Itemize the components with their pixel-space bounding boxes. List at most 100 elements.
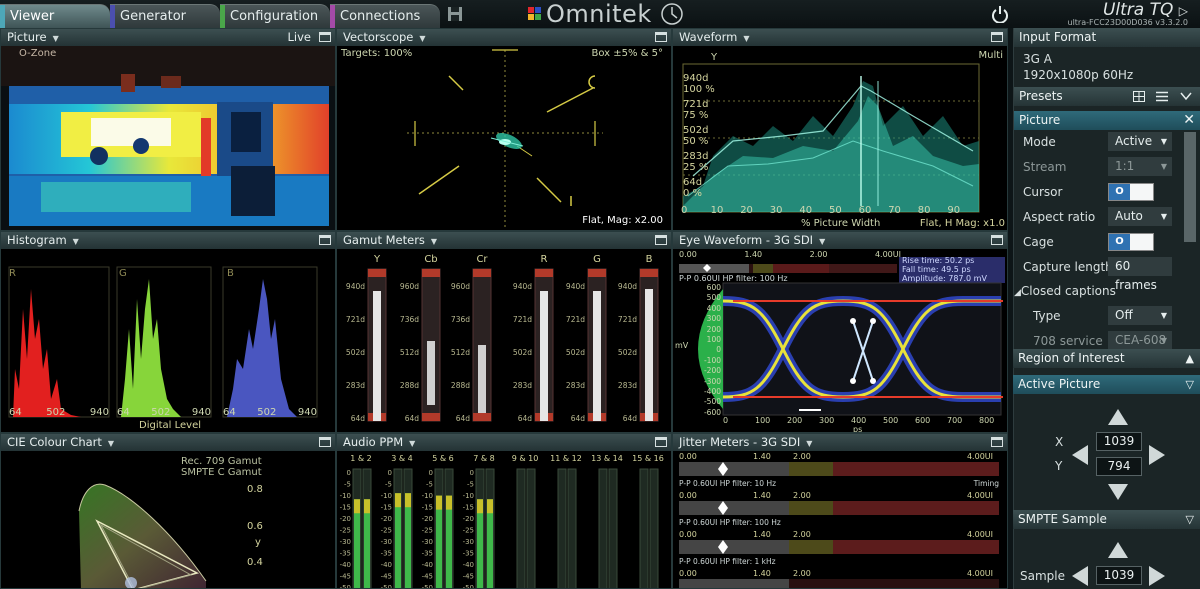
gamut-scale-tick: 502d: [513, 348, 532, 357]
waveform-view[interactable]: 940d 100 % 721d 75 % 502d 50 % 283d 25 % 64d…: [673, 46, 1007, 230]
tab-generator[interactable]: Generator: [110, 4, 220, 29]
cie-diagram: [78, 483, 207, 588]
chevron-down-icon[interactable]: ▼: [409, 439, 415, 448]
maximize-icon[interactable]: [655, 437, 667, 447]
eye-waveform-view[interactable]: 0.00 1.40 2.00 4.00UI P-P 0.60UI HP filter:…: [673, 249, 1007, 432]
chevron-down-icon[interactable]: ▼: [108, 439, 114, 448]
setting-toggle[interactable]: O: [1108, 233, 1154, 251]
audio-ppm-panel-header[interactable]: Audio PPM ▼: [337, 434, 671, 451]
gamut-bar-under: [473, 413, 491, 421]
audio-scale-tick: -40: [381, 561, 392, 569]
vectorscope-box: Box ±5% & 5°: [591, 48, 663, 59]
roi-header[interactable]: Region of Interest ▲: [1013, 349, 1200, 368]
eye-measurements: Rise time: 50.2 ps Fall time: 49.5 ps Ampl…: [902, 256, 987, 283]
maximize-icon[interactable]: [991, 32, 1003, 42]
close-icon[interactable]: ✕: [1183, 111, 1195, 130]
jitter-bar-mid: [789, 501, 833, 515]
power-icon[interactable]: [991, 5, 1009, 23]
sample-input[interactable]: 1039: [1096, 566, 1142, 585]
jitter-view[interactable]: 0.00 1.40 2.00 4.00UI P-P 0.60UI HP filter: …: [673, 451, 1007, 588]
chevron-down-icon[interactable]: ▼: [806, 439, 812, 448]
active-picture-header[interactable]: Active Picture ▽: [1013, 375, 1200, 394]
chevron-down-icon[interactable]: [1180, 92, 1192, 101]
maximize-icon[interactable]: [319, 235, 331, 245]
setting-select[interactable]: 60 frames: [1108, 257, 1172, 292]
jitter-scale-tick: 0.00: [679, 569, 697, 578]
waveform-panel-header[interactable]: Waveform ▼: [673, 29, 1007, 46]
jitter-filter-label: P-P 0.60UI HP filter: 1 kHz: [679, 557, 776, 566]
closed-captions-toggle[interactable]: ◢Closed captions: [1014, 284, 1116, 298]
chevron-down-icon[interactable]: ▼: [743, 34, 749, 43]
jitter-panel-header[interactable]: Jitter Meters - 3G SDI ▼: [673, 434, 1007, 451]
picture-panel-header[interactable]: Picture ▼ Live: [1, 29, 335, 46]
maximize-icon[interactable]: [655, 235, 667, 245]
layout-icon[interactable]: [1133, 91, 1145, 102]
cc-setting-select[interactable]: Off ▼: [1108, 306, 1172, 325]
gamut-meters-view[interactable]: Y 940d 721d 502d 283d 64d Cb 960d 736d 512d 288d 64…: [337, 249, 671, 432]
gamut-scale-tick: 288d: [451, 381, 470, 390]
chevron-down-icon: ▼: [1160, 212, 1167, 221]
cc-setting-label: Type: [1033, 309, 1061, 323]
jitter-meters-panel: Jitter Meters - 3G SDI ▼ 0.00 1.40 2.00 4.00…: [672, 433, 1008, 589]
left-arrow-button[interactable]: [1072, 445, 1088, 465]
waveform-channel: Y: [711, 52, 718, 63]
save-icon[interactable]: [448, 7, 462, 21]
tab-viewer[interactable]: Viewer: [0, 4, 110, 29]
histogram-panel-header[interactable]: Histogram ▼: [1, 232, 335, 249]
audio-scale-tick: 0: [470, 469, 474, 477]
sidebar-scrollbar[interactable]: [1184, 132, 1196, 242]
maximize-icon[interactable]: [991, 437, 1003, 447]
maximize-icon[interactable]: [655, 32, 667, 42]
audio-ppm-view[interactable]: 1 & 2 0 -5 -10 -15 -20 -25 -30 -35 -40 -45 -50 3 & 4…: [337, 451, 671, 588]
chevron-down-icon[interactable]: ▼: [53, 34, 59, 43]
setting-toggle[interactable]: O: [1108, 183, 1154, 201]
chevron-down-icon[interactable]: ▽: [1186, 510, 1194, 529]
presets-header[interactable]: Presets: [1014, 87, 1200, 106]
setting-select[interactable]: Auto ▼: [1108, 207, 1172, 226]
eye-scale: 0.00 1.40 2.00 4.00UI: [679, 250, 901, 259]
down-arrow-button[interactable]: [1108, 484, 1128, 500]
smpte-right-arrow-button[interactable]: [1149, 566, 1165, 586]
x-position-input[interactable]: 1039: [1096, 432, 1142, 451]
chevron-down-icon: ▼: [1160, 311, 1167, 320]
eye-waveform-panel-header[interactable]: Eye Waveform - 3G SDI ▼: [673, 232, 1007, 249]
smpte-up-arrow-button[interactable]: [1108, 542, 1128, 558]
chevron-down-icon[interactable]: ▼: [73, 237, 79, 246]
right-arrow-button[interactable]: [1149, 445, 1165, 465]
chevron-up-icon[interactable]: ▲: [1186, 349, 1194, 368]
cie-view[interactable]: Rec. 709 Gamut SMPTE C Gamut 0.8 0.6 y 0.…: [1, 451, 335, 588]
picture-settings-header[interactable]: Picture ✕: [1014, 111, 1200, 130]
gamut-meters-panel-header[interactable]: Gamut Meters ▼: [337, 232, 671, 249]
setting-label: Cursor: [1023, 185, 1063, 199]
setting-select[interactable]: Active ▼: [1108, 132, 1172, 151]
gamut-bar-over: [422, 269, 440, 277]
audio-scale-tick: -15: [340, 504, 351, 512]
cie-y-tick: 0.6: [247, 521, 263, 532]
vectorscope-panel-header[interactable]: Vectorscope ▼: [337, 29, 671, 46]
smpte-left-arrow-button[interactable]: [1072, 566, 1088, 586]
chevron-down-icon[interactable]: ▽: [1186, 375, 1194, 394]
up-arrow-button[interactable]: [1108, 409, 1128, 425]
chevron-down-icon[interactable]: ▼: [819, 237, 825, 246]
vectorscope-view[interactable]: Targets: 100% Box ±5% & 5° Flat, Mag: x2…: [337, 46, 671, 230]
list-icon[interactable]: [1156, 91, 1168, 102]
smpte-sample-header[interactable]: SMPTE Sample ▽: [1013, 510, 1200, 529]
cc-setting-select[interactable]: CEA-608 ▼: [1108, 331, 1172, 350]
chevron-down-icon[interactable]: ▼: [419, 34, 425, 43]
gamut-bar-fill: [540, 291, 548, 421]
y-position-input[interactable]: 794: [1096, 457, 1142, 476]
eye-y-tick: 300: [706, 314, 721, 324]
chevron-down-icon[interactable]: ▼: [431, 237, 437, 246]
maximize-icon[interactable]: [319, 437, 331, 447]
cie-panel-header[interactable]: CIE Colour Chart ▼: [1, 434, 335, 451]
tab-connections[interactable]: Connections: [330, 4, 440, 29]
maximize-icon[interactable]: [319, 32, 331, 42]
tab-configuration[interactable]: Configuration: [220, 4, 330, 29]
setting-select[interactable]: 1:1 ▼: [1108, 157, 1172, 176]
audio-bar-fill: [405, 493, 411, 588]
maximize-icon[interactable]: [991, 235, 1003, 245]
histogram-view[interactable]: R G B 64 502 940 64 502 940 64 502 940 Digital…: [1, 249, 335, 432]
input-format-header: Input Format: [1014, 28, 1200, 47]
top-bar: Viewer Generator Configuration Connectio…: [0, 0, 1200, 29]
picture-view[interactable]: O-Zone: [1, 46, 335, 230]
